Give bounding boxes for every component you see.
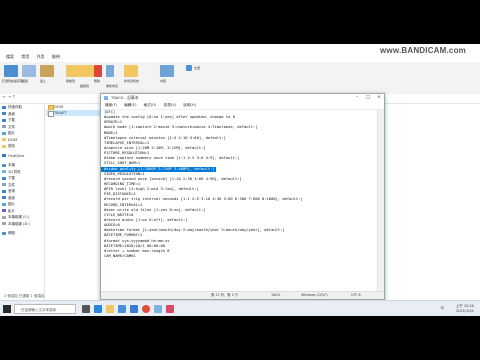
computer-icon [2,163,6,167]
ribbon-label-rename: 重新命名 [106,84,119,88]
nav-item-video[interactable]: 視訊 [0,143,44,150]
notepad-icon [104,96,108,100]
delete-icon[interactable] [94,65,102,77]
drive-icon [2,215,6,219]
tray-date: 2021/10/1 [456,309,474,313]
bandicam-icon[interactable] [166,305,174,313]
ime-language[interactable]: 中 [441,306,445,311]
cloud-icon [2,154,6,157]
download-icon [2,118,6,122]
file-list: DCIM TRAJET [46,104,106,144]
navigation-pane: 快速存取 桌面 下載 文件 圖片 DCIM 視訊 OneDrive 本機 3D … [0,104,45,300]
zoom-level: 100% [271,293,281,297]
text-file-icon [48,111,54,117]
star-icon [2,105,6,109]
rename-icon[interactable] [106,65,114,77]
notepad-taskbar-icon[interactable] [154,305,162,313]
desktop-icon [2,112,6,115]
pin-icon[interactable] [4,65,18,77]
paste-icon[interactable] [40,65,54,77]
list-item[interactable]: TRAJET [46,110,106,117]
ribbon-label-move: 移動到 [66,79,76,83]
mail-icon[interactable] [130,305,138,313]
ribbon-label-delete: 刪除 [94,79,101,83]
task-view-icon[interactable] [82,305,90,313]
taskbar: 在這裡輸入文字來搜尋 中 上午 10:20 2021/10/1 [0,300,480,316]
select-all-icon[interactable] [186,65,192,71]
menu-format[interactable]: 格式(O) [144,103,157,107]
ribbon-label-pin: 釘選到快速存取 [2,79,24,83]
ribbon-label-new-folder: 新增資料夾 [124,79,140,83]
copy-to-icon[interactable] [80,65,94,77]
cursor-position: 第 12 列，第 1 行 [211,293,238,297]
nav-item-drive-d[interactable]: 本機磁碟 (D:) [0,221,44,228]
notepad-titlebar[interactable]: TRACK - 記事本 – □ × [101,94,384,102]
ribbon-label-copy: 複製 [22,79,29,83]
notepad-title: TRACK - 記事本 [111,95,139,100]
desktop-screen: 檔案 常用 共用 檢視 釘選到快速存取 複製 貼上 移動到 複製到 刪除 重新命… [0,44,480,316]
tab-file[interactable]: 檔案 [6,54,14,59]
music-icon [2,189,6,193]
ribbon-label-properties: 內容 [160,79,167,83]
drive-icon [2,222,6,225]
tab-view[interactable]: 檢視 [52,54,60,59]
edge-icon[interactable] [94,305,102,313]
document-icon [2,183,6,186]
ribbon-tabs: 檔案 常用 共用 檢視 [0,54,480,62]
windows-start-icon[interactable] [3,305,11,313]
ribbon-label-select-all: 全選 [194,66,201,70]
document-icon [2,125,6,128]
maximize-icon[interactable]: □ [363,94,373,102]
ribbon-label-copy-to: 複製到 [80,84,90,88]
close-icon[interactable]: × [374,94,384,102]
picture-icon [2,131,6,135]
forward-arrow-icon[interactable]: → [8,94,11,99]
encoding: UTF-8 [351,293,361,297]
notepad-window: TRACK - 記事本 – □ × 檔案(F) 編輯(E) 格式(O) 檢視(V… [100,93,385,300]
notepad-menubar: 檔案(F) 編輯(E) 格式(O) 檢視(V) 說明(H) [101,102,384,110]
menu-edit[interactable]: 編輯(E) [124,103,136,107]
download-icon [2,176,6,180]
copy-icon[interactable] [22,65,36,77]
folder-icon [2,138,6,141]
nav-item-network[interactable]: 網路 [0,230,44,237]
properties-icon[interactable] [160,65,174,77]
menu-view[interactable]: 檢視(V) [164,103,176,107]
picture-icon [2,202,6,206]
ribbon-label-paste: 貼上 [40,79,47,83]
cube-icon [2,170,6,173]
back-arrow-icon[interactable]: ← [3,94,6,99]
folder-icon [2,144,6,148]
taskbar-search-input[interactable]: 在這裡輸入文字來搜尋 [14,304,76,314]
ribbon-toolbar: 釘選到快速存取 複製 貼上 移動到 複製到 刪除 重新命名 新增資料夾 內容 全… [0,62,480,95]
nav-item-onedrive[interactable]: OneDrive [0,153,44,160]
tab-home[interactable]: 常用 [21,54,29,59]
text-line: CAM_NAME=CAM01 [104,253,136,258]
notepad-text-area[interactable]: [DTC] #update the config [0:no 1:yes] aft… [101,110,377,291]
tab-share[interactable]: 共用 [37,54,45,59]
menu-help[interactable]: 說明(H) [183,103,196,107]
new-folder-icon[interactable] [124,65,138,77]
move-to-icon[interactable] [66,65,80,77]
file-explorer-icon[interactable] [106,305,114,313]
system-tray[interactable]: 中 上午 10:20 2021/10/1 [441,304,475,314]
selected-text-line: #video quality [1:1080P 2:720P 3:480P], … [101,166,216,172]
notepad-status-bar: 第 12 列，第 1 行 100% Windows (CRLF) UTF-8 [101,291,384,299]
store-icon[interactable] [118,305,126,313]
minimize-icon[interactable]: – [352,94,362,102]
bandicam-watermark: www.BANDICAM.com [379,46,466,55]
video-icon [2,209,6,212]
chrome-icon[interactable] [142,305,150,313]
vertical-scrollbar[interactable] [377,110,384,291]
line-ending: Windows (CRLF) [301,293,328,297]
menu-file[interactable]: 檔案(F) [105,103,117,107]
up-arrow-icon[interactable]: ↑ [12,94,15,99]
desktop-icon [2,196,6,199]
network-icon [2,231,6,235]
